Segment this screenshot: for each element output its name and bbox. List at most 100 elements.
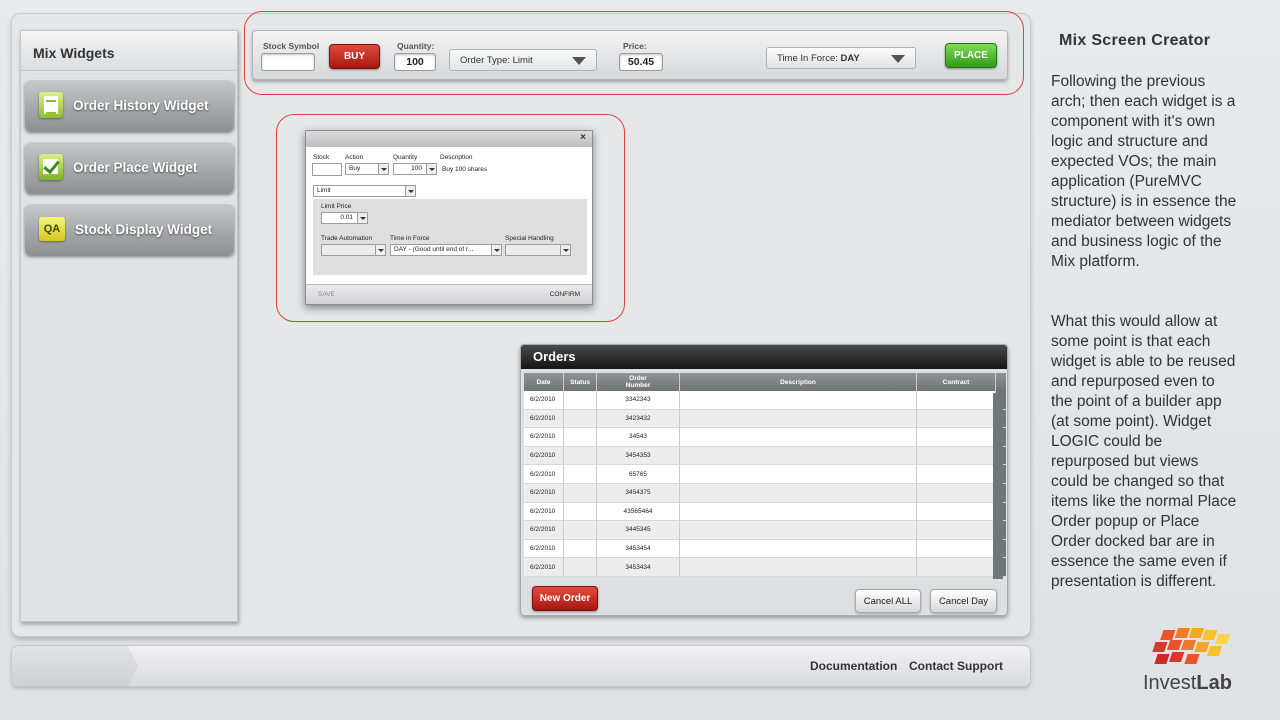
close-icon[interactable]: × [580,132,586,143]
table-row[interactable]: 6/2/2010 3453434 [524,558,1006,577]
table-row[interactable]: 6/2/2010 3423432 [524,409,1006,429]
column-header-contract[interactable]: Contract [917,373,996,391]
cell-date: 6/2/2010 [524,539,564,559]
widget-label: Order History Widget [73,97,209,113]
cell-contract [917,391,996,410]
tif-value: DAY - (Good until end of r... [394,246,474,253]
paragraph-line: What this would allow at [1051,313,1218,330]
trade-automation-select[interactable] [321,244,386,256]
place-order-docked-bar: Stock Symbol BUY Quantity: 100 Order Typ… [252,30,1008,80]
cell-status [564,465,597,484]
paragraph-line: Order popup or Place [1051,513,1200,530]
paragraph-line: logic and structure and [1051,133,1208,150]
cell-status [564,521,597,540]
order-type-value: Limit [317,187,331,194]
cell-description [680,483,917,503]
stock-display-widget-button[interactable]: QA Stock Display Widget [25,203,234,255]
paragraph-line: expected VOs; the main [1051,153,1217,170]
quantity-stepper[interactable]: 100 [393,163,437,175]
cell-contract [917,521,996,540]
paragraph-line: and business logic of the [1051,233,1222,250]
stock-symbol-label: Stock Symbol [263,41,320,51]
grid-scrollbar[interactable] [993,393,1003,579]
documentation-link[interactable]: Documentation [810,659,897,673]
mix-widgets-sidebar: Mix Widgets Order History Widget Order P… [20,30,238,622]
chevron-down-icon [375,245,385,255]
stepper-icon[interactable] [357,213,367,223]
limit-price-stepper[interactable]: 0.01 [321,212,368,224]
confirm-button[interactable]: CONFIRM [550,291,580,298]
cell-date: 6/2/2010 [524,465,564,484]
price-input[interactable]: 50.45 [619,53,663,71]
cell-order-number: 34543 [597,428,680,447]
cell-date: 6/2/2010 [524,483,564,503]
paragraph-line: repurposed but views [1051,453,1199,470]
cell-description [680,446,917,466]
action-value: Buy [349,165,361,172]
cell-order-number: 43565464 [597,502,680,522]
quantity-input[interactable]: 100 [394,53,436,71]
order-type-select[interactable]: Limit [313,185,416,197]
table-row[interactable]: 6/2/2010 3454353 [524,446,1006,466]
quantity-label: Quantity [393,154,418,161]
cell-status [564,502,597,522]
paragraph-line: Order docked bar are in [1051,533,1215,550]
cell-contract [917,483,996,503]
paragraph-line: presentation is different. [1051,573,1217,590]
cell-order-number: 3454353 [597,446,680,466]
paragraph-line: and repurposed even to [1051,373,1215,390]
footer-tab[interactable] [12,646,138,686]
table-row[interactable]: 6/2/2010 3342343 [524,391,1006,410]
paragraph-line: component with it's own [1051,113,1216,130]
cell-order-number: 3423432 [597,409,680,429]
time-in-force-select[interactable]: DAY - (Good until end of r... [390,244,502,256]
widget-label: Order Place Widget [73,159,198,175]
column-header-description[interactable]: Description [680,373,917,391]
action-select[interactable]: Buy [345,163,389,175]
popup-footer: SAVE CONFIRM [306,284,592,304]
new-order-button[interactable]: New Order [532,586,598,611]
chevron-down-icon [891,55,905,63]
cell-status [564,483,597,503]
table-row[interactable]: 6/2/2010 34543 [524,428,1006,447]
cell-status [564,446,597,466]
orders-widget: Orders Date Status Order Number Descript… [520,344,1008,616]
cancel-day-button[interactable]: Cancel Day [930,589,997,613]
chevron-down-icon [405,186,415,196]
buy-button[interactable]: BUY [329,44,380,69]
cell-contract [917,558,996,577]
description-label: Description [440,154,473,161]
paragraph-line: essence the same even if [1051,553,1227,570]
table-row[interactable]: 6/2/2010 3445345 [524,521,1006,540]
column-header-order-number[interactable]: Order Number [597,373,680,391]
cell-description [680,428,917,447]
cell-description [680,558,917,577]
cell-description [680,391,917,410]
time-in-force-select[interactable]: Time In Force: DAY [766,47,916,69]
table-row[interactable]: 6/2/2010 65765 [524,465,1006,484]
save-button[interactable]: SAVE [318,291,335,298]
side-panel-paragraph-2: What this would allow at some point is th… [1051,312,1269,592]
description-value: Buy 100 shares [442,166,488,173]
order-history-widget-button[interactable]: Order History Widget [25,79,234,131]
stock-label: Stock [313,154,330,161]
column-header-date[interactable]: Date [524,373,564,391]
cancel-all-button[interactable]: Cancel ALL [855,589,921,613]
cell-date: 6/2/2010 [524,391,564,410]
column-header-status[interactable]: Status [564,373,597,391]
order-type-select[interactable]: Order Type: Limit [449,49,597,71]
table-row[interactable]: 6/2/2010 3453454 [524,539,1006,559]
cell-contract [917,446,996,466]
table-row[interactable]: 6/2/2010 43565464 [524,502,1006,522]
table-row[interactable]: 6/2/2010 3454375 [524,483,1006,503]
stock-symbol-input[interactable] [261,53,315,71]
contact-support-link[interactable]: Contact Support [909,659,1003,673]
special-handling-label: Special Handling [505,235,554,242]
stock-input[interactable] [312,163,342,176]
place-button[interactable]: PLACE [945,43,997,68]
order-place-widget-button[interactable]: Order Place Widget [25,141,234,193]
order-type-prefix: Order Type: [460,55,510,66]
special-handling-select[interactable] [505,244,571,256]
stepper-icon[interactable] [426,164,436,174]
cell-date: 6/2/2010 [524,558,564,577]
